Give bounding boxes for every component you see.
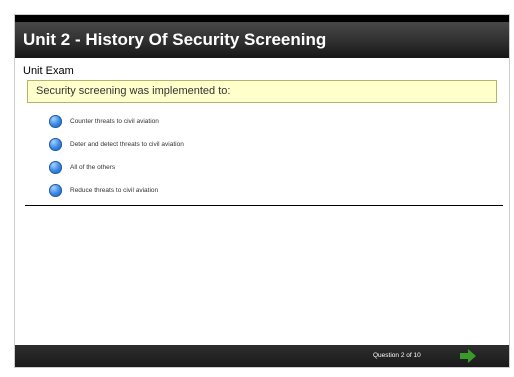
answer-option-4[interactable]: Reduce threats to civil aviation [49,179,184,202]
radio-button-icon[interactable] [49,138,62,151]
answer-option-label[interactable]: All of the others [70,164,115,171]
radio-button-icon[interactable] [49,184,62,197]
question-text: Security screening was implemented to: [36,85,231,97]
answer-option-3[interactable]: All of the others [49,156,184,179]
answer-option-label[interactable]: Deter and detect threats to civil aviati… [70,141,184,148]
exam-subtitle: Unit Exam [23,65,74,77]
answer-option-label[interactable]: Counter threats to civil aviation [70,118,159,125]
footer-bar: Question 2 of 10 [15,345,509,367]
content-divider [25,205,503,206]
course-window: Unit 2 - History Of Security Screening U… [14,14,510,368]
question-counter: Question 2 of 10 [373,352,421,359]
answer-option-1[interactable]: Counter threats to civil aviation [49,110,184,133]
right-arrow-icon[interactable] [460,349,476,363]
top-strip [15,15,509,22]
page-title: Unit 2 - History Of Security Screening [23,30,327,49]
question-box: Security screening was implemented to: [27,80,497,103]
answer-option-label[interactable]: Reduce threats to civil aviation [70,187,158,194]
radio-button-icon[interactable] [49,161,62,174]
title-bar: Unit 2 - History Of Security Screening [15,22,509,58]
radio-button-icon[interactable] [49,115,62,128]
answer-options: Counter threats to civil aviation Deter … [49,110,184,202]
next-button[interactable] [460,349,476,363]
answer-option-2[interactable]: Deter and detect threats to civil aviati… [49,133,184,156]
